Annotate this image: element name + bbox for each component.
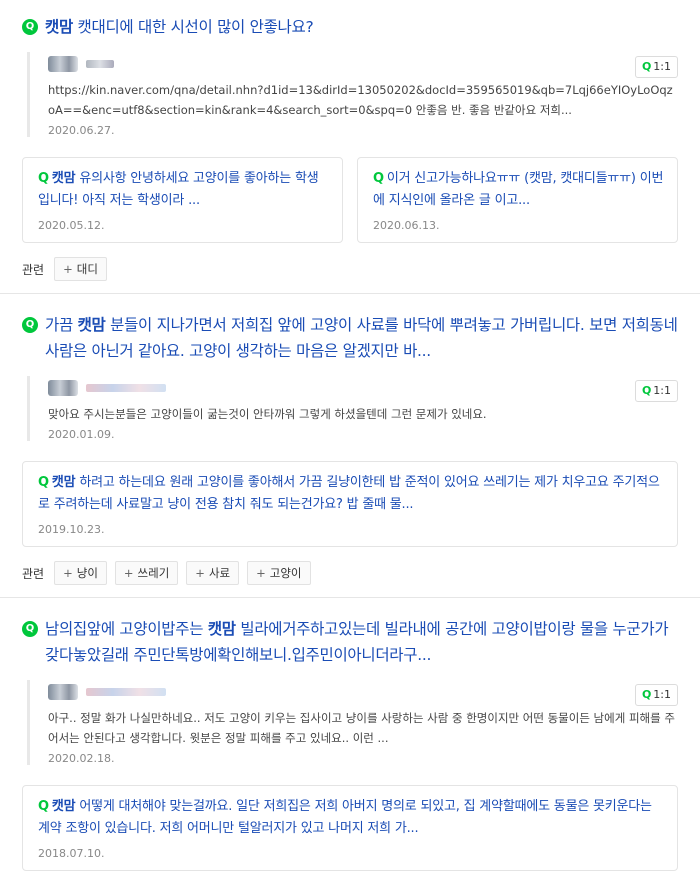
qna-item: Q 캣맘 캣대디에 대한 시선이 많이 안좋나요? Q 1:1 https://k… — [0, 0, 700, 293]
plus-icon: + — [123, 566, 134, 580]
related-question-card[interactable]: Q 캣맘 유의사항 안녕하세요 고양이를 좋아하는 학생입니다! 아직 저는 학생… — [22, 157, 343, 243]
question-title[interactable]: Q 캣맘 캣대디에 대한 시선이 많이 안좋나요? — [22, 14, 678, 40]
related-question-card[interactable]: Q 캣맘 어떻게 대처해야 맞는걸까요. 일단 저희집은 저희 아버지 명의로 되… — [22, 785, 678, 871]
author-nickname-blurred — [86, 688, 166, 696]
related-label: 관련 — [22, 566, 45, 581]
avatar — [48, 684, 78, 700]
answer-author — [48, 378, 678, 398]
answer-author — [48, 682, 678, 702]
question-icon: Q — [22, 621, 38, 637]
plus-icon: + — [256, 566, 266, 580]
related-label: 관련 — [22, 262, 45, 277]
related-question-card[interactable]: Q 캣맘 하려고 하는데요 원래 고양이를 좋아해서 가끔 길냥이한테 밥 준적이… — [22, 461, 678, 547]
question-title[interactable]: Q 남의집앞에 고양이밥주는 캣맘 빌라에거주하고있는데 빌라내에 공간에 고양… — [22, 616, 678, 668]
answer-block: Q 1:1 https://kin.naver.com/qna/detail.nh… — [27, 52, 678, 137]
question-title[interactable]: Q 가끔 캣맘 분들이 지나가면서 저희집 앞에 고양이 사료를 바닥에 뿌려놓… — [22, 312, 678, 364]
tag-button[interactable]: + 고양이 — [247, 561, 311, 585]
tag-button[interactable]: + 대디 — [54, 257, 107, 281]
answer-text[interactable]: 맞아요 주시는분들은 고양이들이 굶는것이 안타까워 그렇게 하셨을텐데 그런 … — [48, 404, 678, 424]
answer-text[interactable]: 아구.. 정말 화가 나실만하네요.. 저도 고양이 키우는 집사이고 냥이를 … — [48, 708, 678, 748]
q-icon: Q — [641, 60, 652, 73]
q-icon: Q — [641, 688, 652, 701]
tag-button[interactable]: + 냥이 — [54, 561, 107, 585]
answer-ratio-badge: Q 1:1 — [634, 56, 678, 78]
card-date: 2018.07.10. — [38, 847, 105, 860]
question-icon: Q — [22, 317, 38, 333]
related-tags: 관련 + 대디 — [22, 257, 678, 293]
answer-text[interactable]: https://kin.naver.com/qna/detail.nhn?d1i… — [48, 80, 678, 120]
answer-ratio-badge: Q 1:1 — [634, 684, 678, 706]
q-icon: Q — [373, 171, 384, 186]
q-icon: Q — [38, 475, 49, 490]
q-icon: Q — [641, 384, 652, 397]
tag-button[interactable]: + 쓰레기 — [114, 561, 179, 585]
answer-date: 2020.06.27. — [48, 124, 115, 137]
card-date: 2020.05.12. — [38, 219, 105, 232]
q-icon: Q — [38, 171, 49, 186]
keyword-highlight: 캣맘 — [207, 620, 236, 638]
keyword-highlight: 캣맘 — [45, 18, 73, 36]
qna-item: Q 가끔 캣맘 분들이 지나가면서 저희집 앞에 고양이 사료를 바닥에 뿌려놓… — [0, 294, 700, 597]
author-nickname-blurred — [86, 60, 114, 68]
related-tags: 관련 + 냥이 + 쓰레기 + 사료 + 고양이 — [22, 561, 678, 597]
question-icon: Q — [22, 19, 38, 35]
answer-block: Q 1:1 맞아요 주시는분들은 고양이들이 굶는것이 안타까워 그렇게 하셨을텐… — [27, 376, 678, 441]
related-question-card[interactable]: Q 이거 신고가능하나요ㅠㅠ (캣맘, 캣대디들ㅠㅠ) 이번에 지식인에 올라온 … — [357, 157, 678, 243]
keyword-highlight: 캣맘 — [77, 316, 106, 334]
plus-icon: + — [63, 262, 73, 276]
avatar — [48, 380, 78, 396]
answer-block: Q 1:1 아구.. 정말 화가 나실만하네요.. 저도 고양이 키우는 집사이고… — [27, 680, 678, 765]
answer-date: 2020.01.09. — [48, 428, 115, 441]
card-date: 2019.10.23. — [38, 523, 105, 536]
answer-date: 2020.02.18. — [48, 752, 115, 765]
answer-ratio-badge: Q 1:1 — [634, 380, 678, 402]
qna-item: Q 남의집앞에 고양이밥주는 캣맘 빌라에거주하고있는데 빌라내에 공간에 고양… — [0, 598, 700, 871]
author-nickname-blurred — [86, 384, 166, 392]
plus-icon: + — [63, 566, 73, 580]
q-icon: Q — [38, 799, 49, 814]
avatar — [48, 56, 78, 72]
card-date: 2020.06.13. — [373, 219, 440, 232]
tag-button[interactable]: + 사료 — [186, 561, 240, 585]
title-text: 캣대디에 대한 시선이 많이 안좋나요? — [72, 18, 314, 36]
answer-author — [48, 54, 678, 74]
plus-icon: + — [195, 566, 205, 580]
